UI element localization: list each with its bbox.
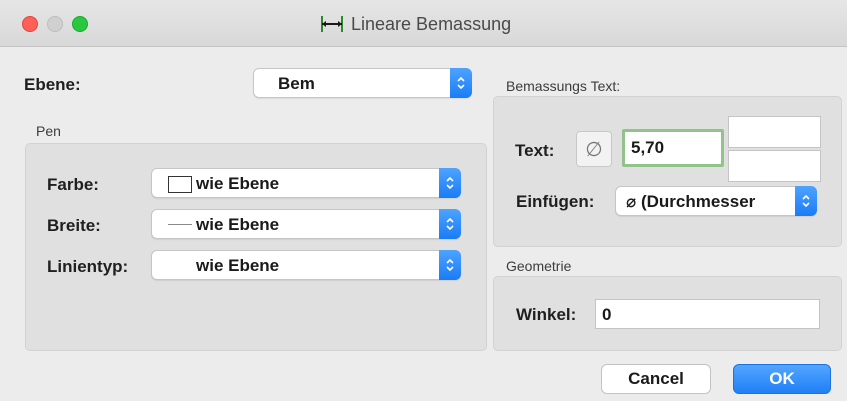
diameter-symbol-button[interactable]: ∅ xyxy=(576,131,612,167)
chevron-updown-icon[interactable] xyxy=(439,250,461,280)
insert-symbol-value: ⌀ (Durchmesser xyxy=(626,192,756,211)
angle-input[interactable]: 0 xyxy=(595,299,820,329)
window-title: Lineare Bemassung xyxy=(351,13,512,34)
geometry-section-title: Geometrie xyxy=(506,258,572,274)
title-bar[interactable]: Lineare Bemassung xyxy=(0,0,847,47)
line-width-preview xyxy=(168,224,192,225)
upper-tolerance-field[interactable] xyxy=(728,116,821,148)
chevron-updown-icon[interactable] xyxy=(795,186,817,216)
color-swatch xyxy=(168,176,192,193)
lower-tolerance-field[interactable] xyxy=(728,150,821,182)
dimension-text-section-title: Bemassungs Text: xyxy=(506,78,621,94)
pen-linetype-select[interactable]: wie Ebene xyxy=(151,250,461,280)
pen-color-label: Farbe: xyxy=(47,175,99,194)
insert-symbol-select[interactable]: ⌀ (Durchmesser xyxy=(615,186,817,216)
close-icon[interactable] xyxy=(22,16,38,32)
layer-select-value: Bem xyxy=(278,74,315,93)
chevron-updown-icon[interactable] xyxy=(450,68,472,98)
dimension-text-label: Text: xyxy=(515,141,555,160)
pen-linetype-label: Linientyp: xyxy=(47,257,129,276)
pen-color-value: wie Ebene xyxy=(196,174,280,193)
zoom-icon[interactable] xyxy=(72,16,88,32)
angle-value: 0 xyxy=(602,305,612,324)
window-title-group: Lineare Bemassung xyxy=(320,13,511,35)
layer-select[interactable]: Bem xyxy=(253,68,472,98)
dimension-text-input[interactable]: 5,70 xyxy=(622,129,724,167)
dimension-icon xyxy=(321,16,343,32)
angle-label: Winkel: xyxy=(516,305,577,324)
layer-label: Ebene: xyxy=(24,75,81,94)
minimize-icon xyxy=(47,16,63,32)
pen-color-select[interactable]: wie Ebene xyxy=(151,168,461,198)
pen-width-select[interactable]: wie Ebene xyxy=(151,209,461,239)
insert-label: Einfügen: xyxy=(516,192,595,211)
pen-linetype-value: wie Ebene xyxy=(196,256,280,275)
ok-button[interactable]: OK xyxy=(733,364,831,394)
cancel-button[interactable]: Cancel xyxy=(601,364,711,394)
dialog-window: Lineare Bemassung Ebene: Bem Pen Farbe: … xyxy=(0,0,847,401)
pen-width-value: wie Ebene xyxy=(196,215,280,234)
pen-width-label: Breite: xyxy=(47,216,101,235)
dimension-text-value: 5,70 xyxy=(631,138,665,157)
pen-section-title: Pen xyxy=(36,123,61,139)
chevron-updown-icon[interactable] xyxy=(439,168,461,198)
chevron-updown-icon[interactable] xyxy=(439,209,461,239)
